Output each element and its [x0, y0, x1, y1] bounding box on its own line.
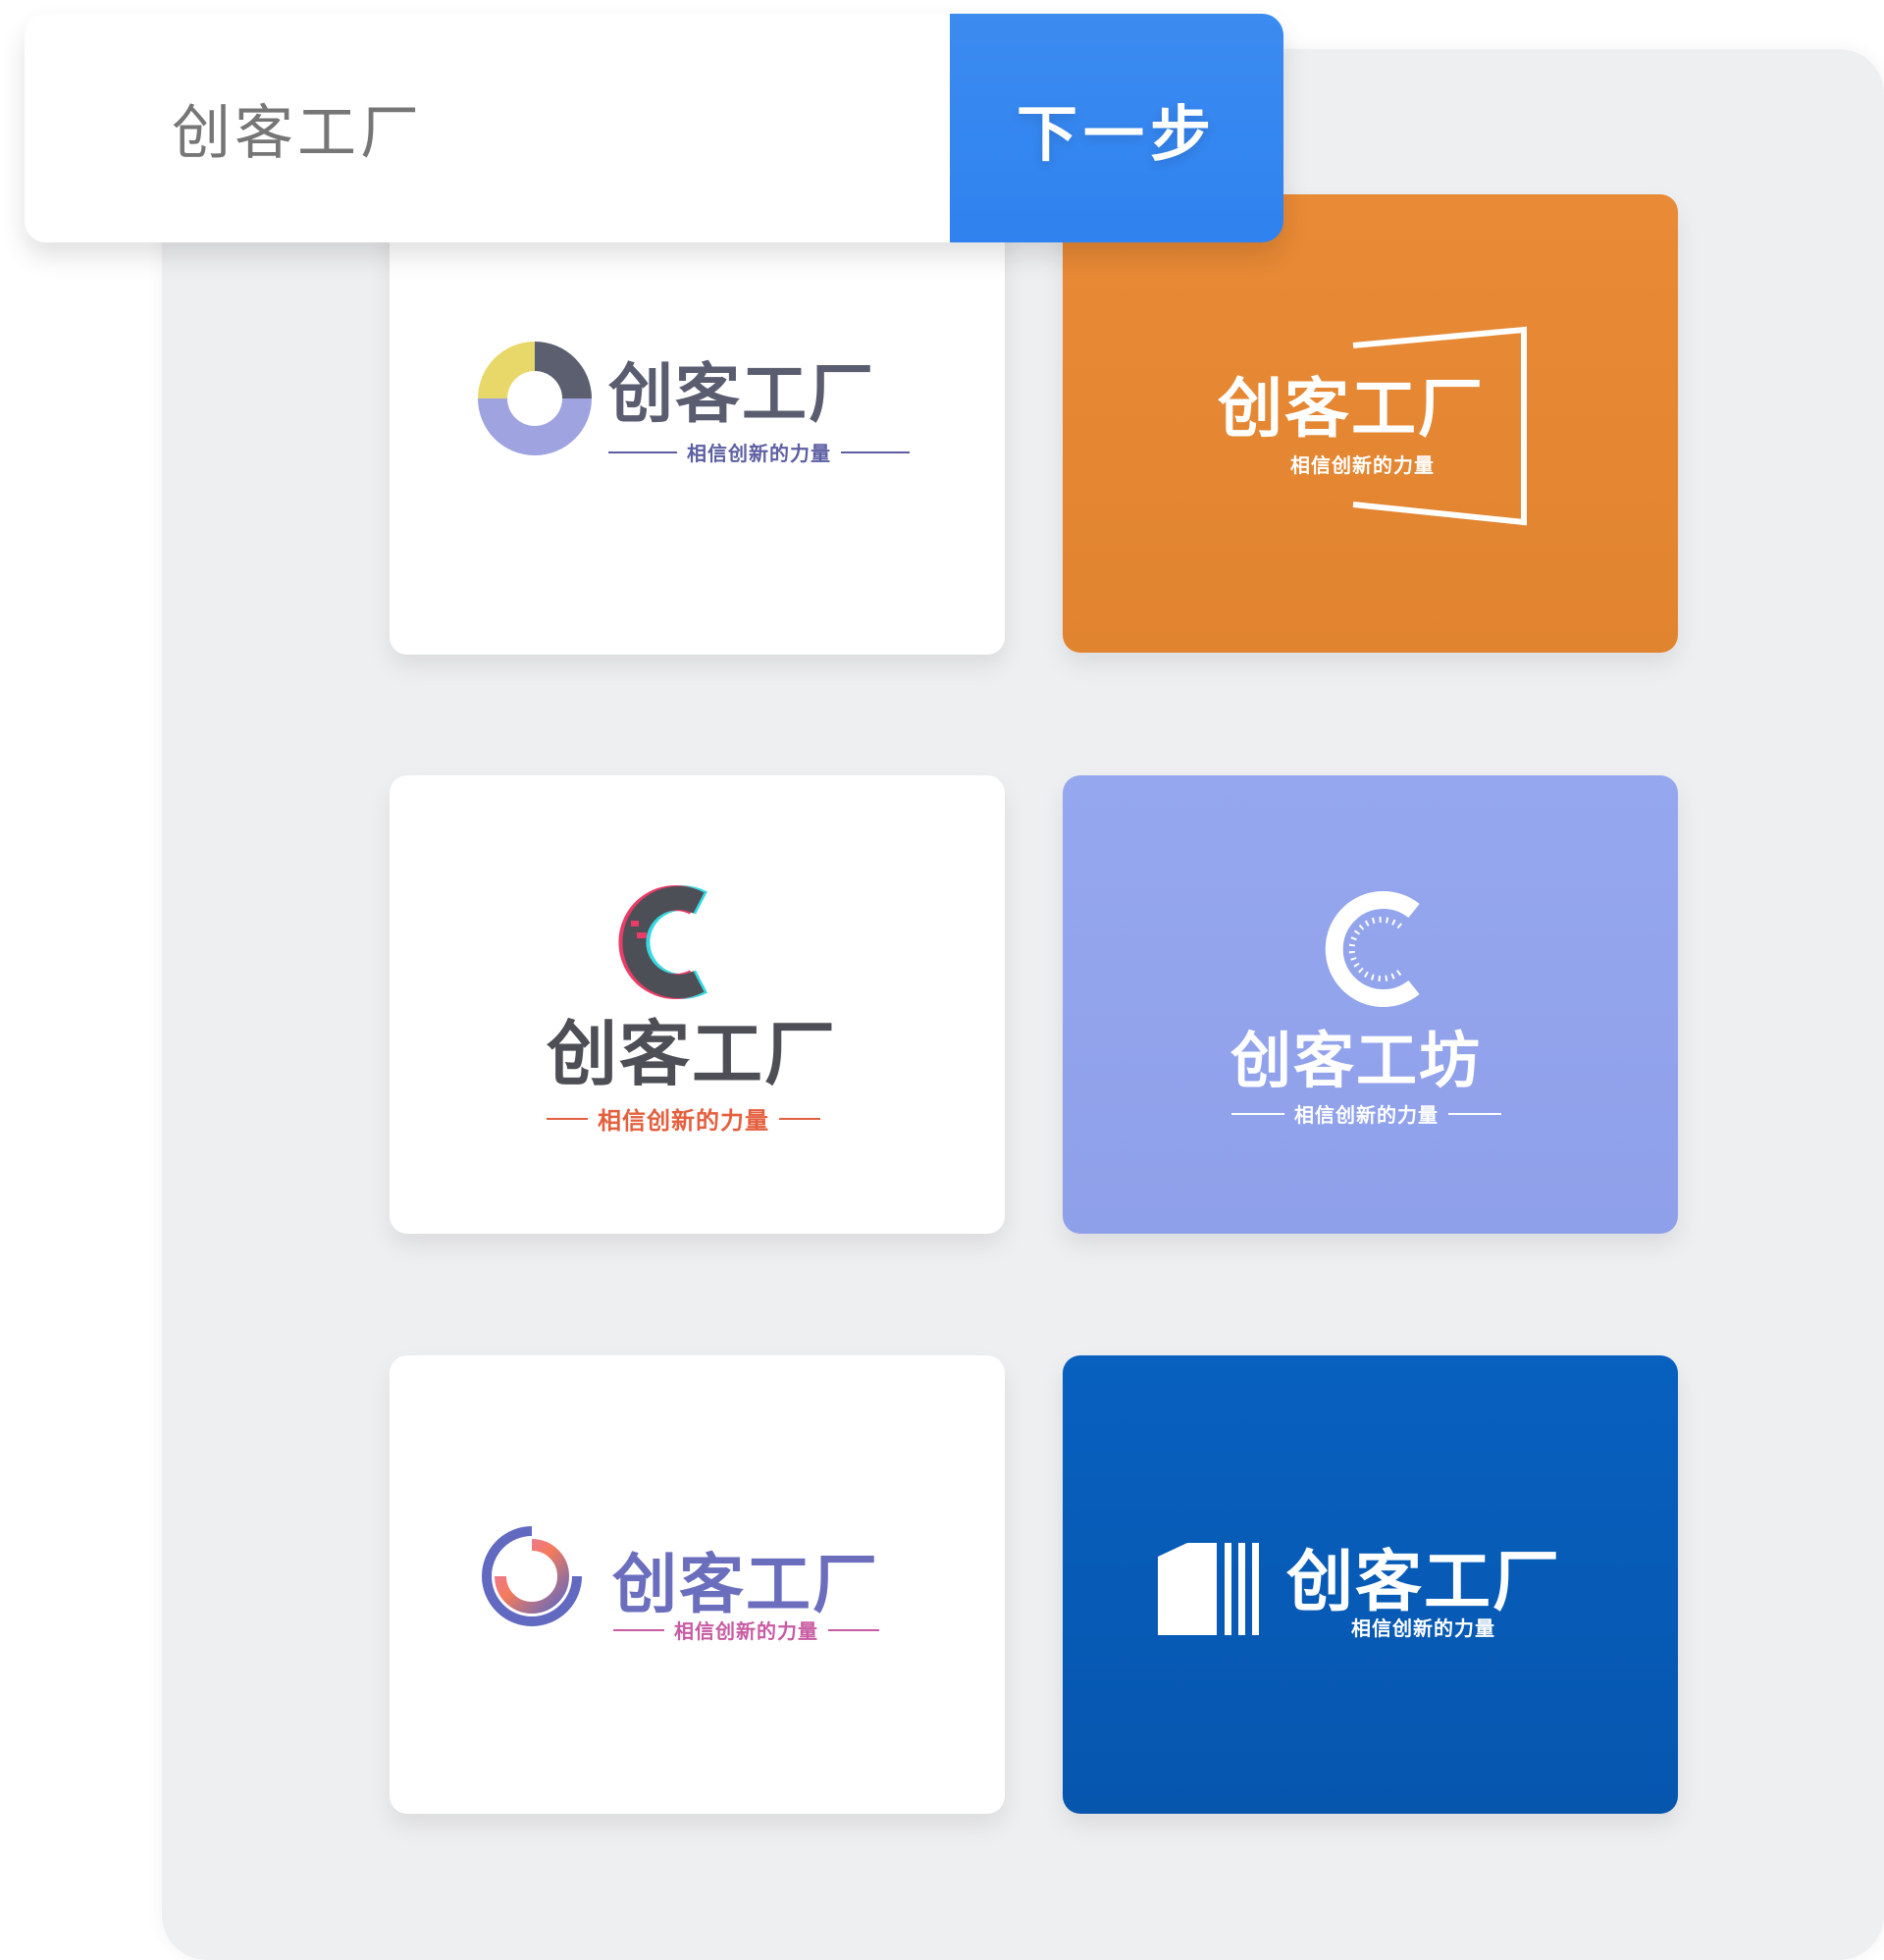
logo-title: 创客工厂 [547, 1013, 838, 1095]
logo-card-6[interactable]: 创客工厂 相信创新的力量 [1063, 1355, 1678, 1814]
tagline-row: 相信创新的力量 [1231, 1099, 1501, 1128]
logo-title: 创客工厂 [1218, 371, 1485, 447]
logo-card-1[interactable]: 创客工厂 相信创新的力量 [390, 196, 1005, 655]
logo-tagline: 相信创新的力量 [674, 1619, 818, 1643]
tagline-line-left [608, 450, 677, 453]
logo-card-4[interactable]: 创客工坊 相信创新的力量 [1063, 775, 1678, 1234]
logo-card-2[interactable]: 创客工厂 相信创新的力量 [1063, 194, 1678, 653]
tagline-row: 相信创新的力量 [608, 438, 910, 466]
logo-tagline: 相信创新的力量 [1290, 453, 1435, 477]
logo-tagline: 相信创新的力量 [1294, 1103, 1439, 1127]
search-bar: 创客工厂 下一步 [25, 14, 1283, 242]
tagline-line-left [613, 1628, 664, 1631]
tagline-line-right [1448, 1112, 1501, 1115]
logo-tagline: 相信创新的力量 [687, 442, 831, 465]
logo-card-5[interactable]: 创客工厂 相信创新的力量 [390, 1355, 1005, 1814]
tagline-row: 相信创新的力量 [613, 1616, 879, 1644]
logo-title: 创客工厂 [1286, 1544, 1562, 1621]
logo-title: 创客工厂 [608, 356, 875, 432]
tagline-line-right [841, 450, 910, 453]
tagline-line-left [547, 1117, 588, 1120]
logo-tagline: 相信创新的力量 [598, 1107, 769, 1135]
gradient-ring-icon [482, 1526, 582, 1626]
logo-card-3[interactable]: 创客工厂 相信创新的力量 [390, 775, 1005, 1234]
dotted-c-icon [1325, 891, 1420, 1007]
logo-title: 创客工厂 [612, 1547, 879, 1622]
next-step-button[interactable]: 下一步 [950, 14, 1283, 242]
search-input[interactable]: 创客工厂 [25, 14, 950, 242]
building-bars-icon [1158, 1543, 1259, 1635]
search-input-value: 创客工厂 [172, 99, 423, 168]
tagline-line-right [828, 1628, 879, 1631]
c-split-ring-icon [478, 342, 592, 455]
glitch-c-icon [618, 885, 707, 999]
next-step-label: 下一步 [1016, 97, 1217, 170]
tagline-row: 相信创新的力量 [547, 1101, 820, 1136]
logo-title: 创客工坊 [1230, 1025, 1483, 1096]
tagline-line-left [1231, 1112, 1284, 1115]
logo-tagline: 相信创新的力量 [1351, 1616, 1495, 1640]
tagline-line-right [779, 1117, 820, 1120]
